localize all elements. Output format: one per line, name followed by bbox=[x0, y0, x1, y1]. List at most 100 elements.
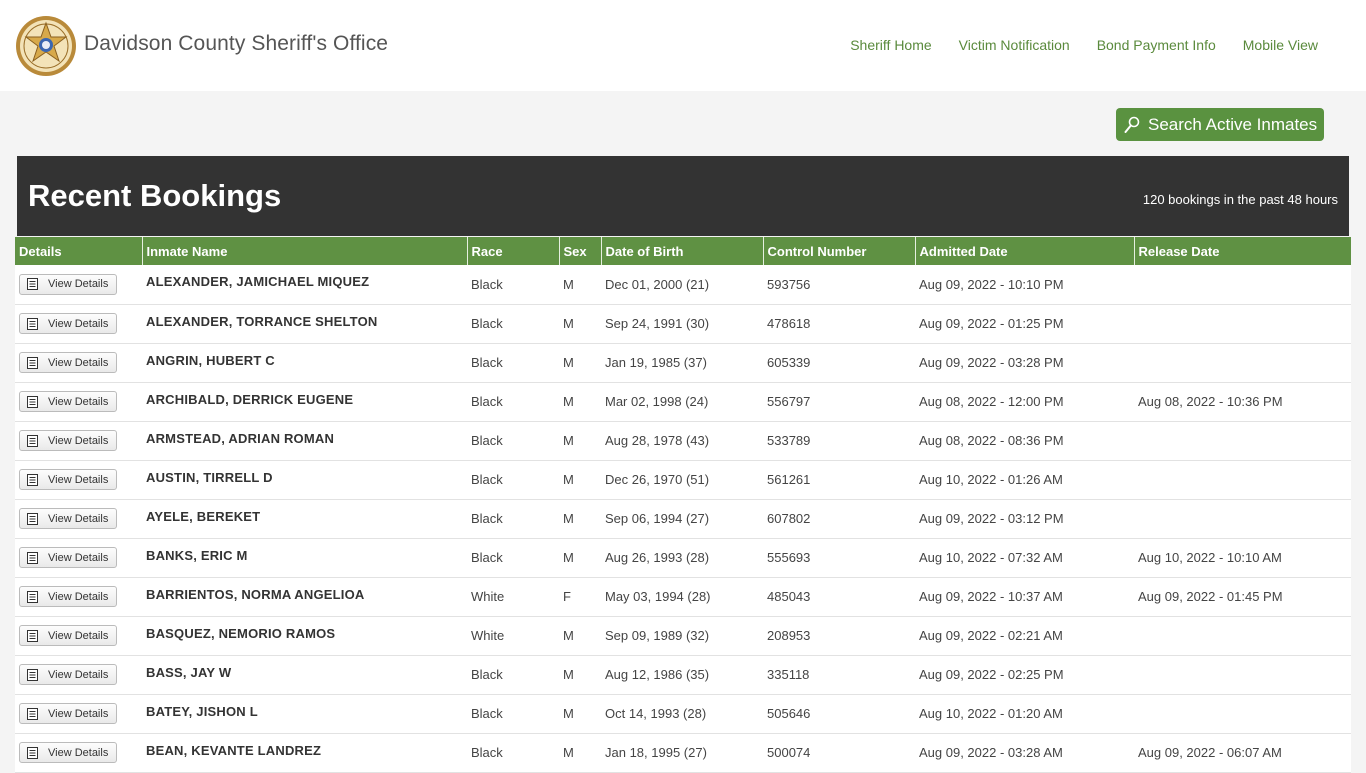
release-date: Aug 09, 2022 - 01:45 PM bbox=[1134, 577, 1351, 617]
table-row: View Details ALEXANDER, JAMICHAEL MIQUEZ B… bbox=[15, 265, 1351, 305]
search-button-label: Search Active Inmates bbox=[1148, 114, 1318, 134]
view-details-button[interactable]: View Details bbox=[19, 391, 118, 412]
details-cell: View Details bbox=[15, 733, 142, 773]
view-details-button[interactable]: View Details bbox=[19, 469, 118, 490]
control-number: 533789 bbox=[763, 421, 915, 461]
table-row: View Details BARRIENTOS, NORMA ANGELIOA Wh… bbox=[15, 577, 1351, 617]
details-cell: View Details bbox=[15, 499, 142, 539]
date-of-birth: Sep 09, 1989 (32) bbox=[601, 616, 763, 656]
inmate-name: ARCHIBALD, DERRICK EUGENE bbox=[142, 382, 467, 422]
document-icon bbox=[27, 746, 38, 759]
top-nav: Sheriff Home Victim Notification Bond Pa… bbox=[850, 37, 1318, 53]
view-details-label: View Details bbox=[48, 707, 109, 720]
magnifier-icon bbox=[1124, 116, 1140, 133]
race: Black bbox=[467, 538, 559, 578]
sex: M bbox=[559, 304, 601, 344]
bookings-count: 120 bookings in the past 48 hours bbox=[1142, 192, 1338, 207]
view-details-button[interactable]: View Details bbox=[19, 352, 118, 373]
view-details-label: View Details bbox=[48, 317, 109, 330]
document-icon bbox=[27, 551, 38, 564]
view-details-button[interactable]: View Details bbox=[19, 625, 118, 646]
control-number: 555693 bbox=[763, 538, 915, 578]
sex: M bbox=[559, 343, 601, 383]
sex: F bbox=[559, 577, 601, 617]
inmate-name: BASS, JAY W bbox=[142, 655, 467, 695]
sex: M bbox=[559, 538, 601, 578]
admitted-date: Aug 09, 2022 - 10:37 AM bbox=[915, 577, 1134, 617]
date-of-birth: Sep 24, 1991 (30) bbox=[601, 304, 763, 344]
table-row: View Details ARMSTEAD, ADRIAN ROMAN Black M… bbox=[15, 421, 1351, 461]
control-number: 478618 bbox=[763, 304, 915, 344]
date-of-birth: Oct 14, 1993 (28) bbox=[601, 694, 763, 734]
release-date bbox=[1134, 304, 1351, 344]
inmate-name: BASQUEZ, NEMORIO RAMOS bbox=[142, 616, 467, 656]
col-inmate-name: Inmate Name bbox=[142, 237, 468, 265]
view-details-label: View Details bbox=[48, 590, 109, 603]
date-of-birth: Dec 26, 1970 (51) bbox=[601, 460, 763, 500]
nav-mobile-view[interactable]: Mobile View bbox=[1243, 37, 1318, 53]
details-cell: View Details bbox=[15, 694, 142, 734]
admitted-date: Aug 09, 2022 - 03:28 PM bbox=[915, 343, 1134, 383]
view-details-button[interactable]: View Details bbox=[19, 273, 118, 295]
document-icon bbox=[27, 278, 38, 291]
nav-bond-payment-info[interactable]: Bond Payment Info bbox=[1097, 37, 1216, 53]
col-control-number: Control Number bbox=[763, 237, 916, 265]
view-details-button[interactable]: View Details bbox=[19, 313, 118, 334]
date-of-birth: Jan 18, 1995 (27) bbox=[601, 733, 763, 773]
sheriff-badge-logo[interactable] bbox=[15, 15, 77, 77]
control-number: 335118 bbox=[763, 655, 915, 695]
nav-victim-notification[interactable]: Victim Notification bbox=[959, 37, 1070, 53]
view-details-button[interactable]: View Details bbox=[19, 664, 118, 685]
search-active-inmates-button[interactable]: Search Active Inmates bbox=[1116, 108, 1324, 141]
view-details-label: View Details bbox=[48, 473, 109, 486]
view-details-button[interactable]: View Details bbox=[19, 703, 118, 724]
race: White bbox=[467, 577, 559, 617]
site-title[interactable]: Davidson County Sheriff's Office bbox=[84, 32, 388, 56]
details-cell: View Details bbox=[15, 538, 142, 578]
table-row: View Details BASS, JAY W Black M Aug 12, 198… bbox=[15, 655, 1351, 695]
race: Black bbox=[467, 343, 559, 383]
document-icon bbox=[27, 473, 38, 486]
race: Black bbox=[467, 694, 559, 734]
col-race: Race bbox=[467, 237, 560, 265]
view-details-button[interactable]: View Details bbox=[19, 742, 118, 763]
admitted-date: Aug 09, 2022 - 03:12 PM bbox=[915, 499, 1134, 539]
details-cell: View Details bbox=[15, 343, 142, 383]
details-cell: View Details bbox=[15, 421, 142, 461]
table-row: View Details BATEY, JISHON L Black M Oct 14,… bbox=[15, 694, 1351, 734]
table-row: View Details BANKS, ERIC M Black M Aug 26, 1… bbox=[15, 538, 1351, 578]
race: Black bbox=[467, 499, 559, 539]
release-date bbox=[1134, 421, 1351, 461]
inmate-name: ANGRIN, HUBERT C bbox=[142, 343, 467, 383]
view-details-button[interactable]: View Details bbox=[19, 547, 118, 568]
admitted-date: Aug 10, 2022 - 01:20 AM bbox=[915, 694, 1134, 734]
release-date bbox=[1134, 616, 1351, 656]
admitted-date: Aug 10, 2022 - 07:32 AM bbox=[915, 538, 1134, 578]
race: Black bbox=[467, 265, 559, 305]
nav-sheriff-home[interactable]: Sheriff Home bbox=[850, 37, 931, 53]
sex: M bbox=[559, 499, 601, 539]
table-row: View Details ALEXANDER, TORRANCE SHELTON B… bbox=[15, 304, 1351, 344]
control-number: 500074 bbox=[763, 733, 915, 773]
sex: M bbox=[559, 733, 601, 773]
view-details-button[interactable]: View Details bbox=[19, 508, 118, 529]
details-cell: View Details bbox=[15, 382, 142, 422]
details-cell: View Details bbox=[15, 616, 142, 656]
view-details-label: View Details bbox=[48, 356, 109, 369]
view-details-label: View Details bbox=[48, 551, 109, 564]
date-of-birth: Jan 19, 1985 (37) bbox=[601, 343, 763, 383]
view-details-label: View Details bbox=[48, 512, 109, 525]
release-date bbox=[1134, 694, 1351, 734]
release-date: Aug 09, 2022 - 06:07 AM bbox=[1134, 733, 1351, 773]
date-of-birth: Mar 02, 1998 (24) bbox=[601, 382, 763, 422]
admitted-date: Aug 10, 2022 - 01:26 AM bbox=[915, 460, 1134, 500]
admitted-date: Aug 09, 2022 - 02:21 AM bbox=[915, 616, 1134, 656]
view-details-button[interactable]: View Details bbox=[19, 430, 118, 451]
control-number: 607802 bbox=[763, 499, 915, 539]
inmate-name: AUSTIN, TIRRELL D bbox=[142, 460, 467, 500]
view-details-button[interactable]: View Details bbox=[19, 586, 118, 607]
release-date bbox=[1134, 655, 1351, 695]
inmate-name: BANKS, ERIC M bbox=[142, 538, 467, 578]
sex: M bbox=[559, 655, 601, 695]
admitted-date: Aug 09, 2022 - 10:10 PM bbox=[915, 265, 1134, 305]
